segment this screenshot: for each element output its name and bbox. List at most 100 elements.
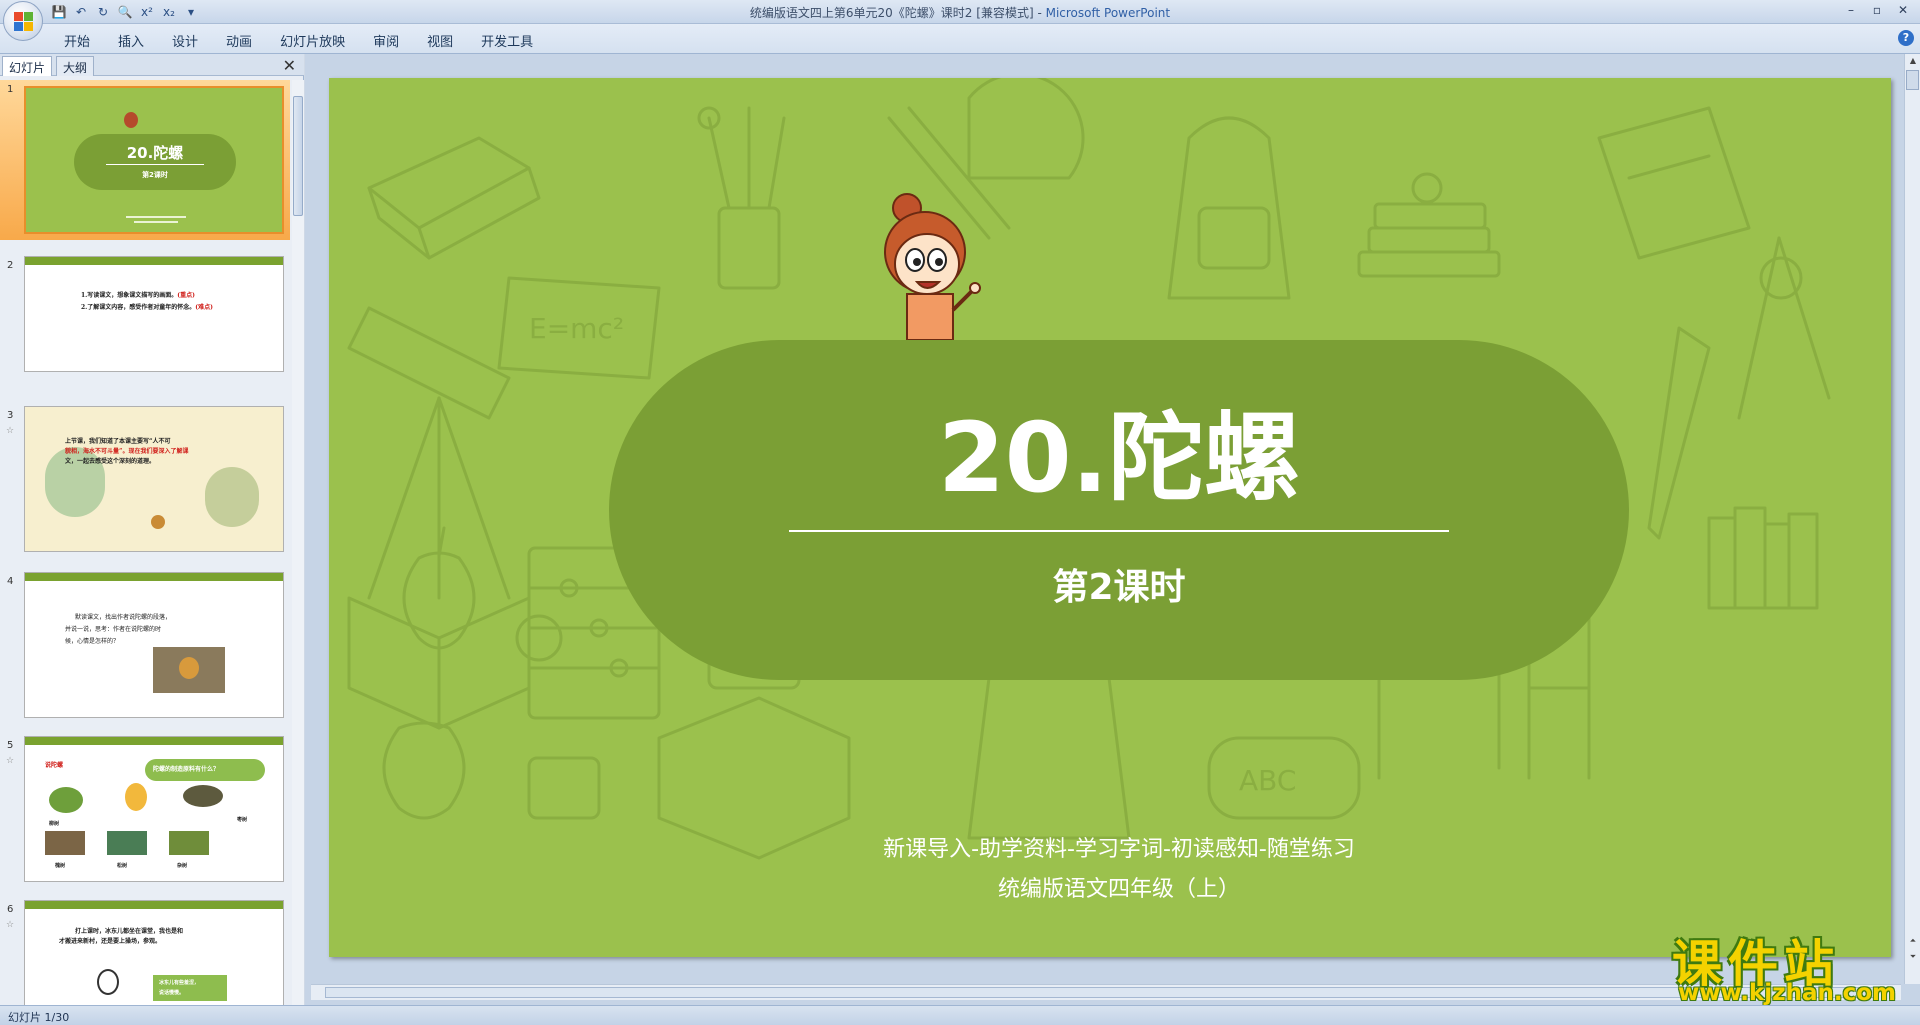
title-separator: - — [1033, 6, 1046, 20]
pencil-case-icon: ABC — [1207, 736, 1361, 820]
restore-button[interactable]: ▫ — [1864, 0, 1890, 20]
thumbnail-line: 2.了解课文内容，感受作者对童年的怀念。(难点) — [81, 304, 213, 311]
animation-icon: ☆ — [6, 756, 15, 766]
horizontal-scrollbar[interactable] — [311, 984, 1901, 1000]
close-icon[interactable]: ✕ — [283, 56, 296, 75]
slide-number: 6 — [7, 904, 14, 915]
tab-slides[interactable]: 幻灯片 — [2, 56, 53, 76]
slide-subtitle[interactable]: 第2课时 — [609, 558, 1629, 610]
girl-character-icon — [884, 193, 981, 340]
tab-outline[interactable]: 大纲 — [56, 56, 95, 76]
tree-image — [45, 831, 85, 855]
slide-thumbnail-6[interactable]: 6 ☆ 打上课时，冰东儿都坐在课堂，我也是和 才搬进来新村，还是要上操场，参观。… — [0, 900, 290, 1005]
status-bar: 幻灯片 1/30 — [0, 1005, 1920, 1025]
thumbnail-label: 松树 — [117, 863, 128, 869]
tab-view[interactable]: 视图 — [413, 29, 467, 50]
scroll-thumb[interactable] — [325, 987, 1877, 998]
tree-image — [107, 831, 147, 855]
close-button[interactable]: ✕ — [1890, 0, 1916, 20]
thumbnail-label: 柳树 — [49, 821, 60, 827]
thumbnail-preview: 上节课，我们知道了本课主要写“人不可 貌相，海水不可斗量”。现在我们要深入了解课… — [24, 406, 284, 552]
slide-number: 4 — [7, 576, 14, 587]
tree-image — [169, 831, 209, 855]
help-icon[interactable]: ? — [1898, 30, 1914, 46]
compass-icon — [1737, 236, 1831, 420]
character-icon — [124, 112, 138, 128]
thumbnail-header — [25, 573, 283, 581]
thumbnail-label: 杂树 — [177, 863, 188, 869]
slide-thumbnail-3[interactable]: 3 ☆ 上节课，我们知道了本课主要写“人不可 貌相，海水不可斗量”。现在我们要深… — [0, 406, 290, 556]
office-button[interactable] — [3, 1, 43, 41]
thumbnail-line: 貌相，海水不可斗量”。现在我们要深入了解课 — [65, 448, 189, 455]
clock-icon — [515, 614, 563, 662]
document-name: 统编版语文四上第6单元20《陀螺》课时2 [兼容模式] — [749, 6, 1034, 20]
thumbnail-line: 冰东儿有些羞涩， — [159, 980, 200, 986]
thumbnail-line: 说话慢慢。 — [159, 990, 185, 996]
thumbnail-preview: 默读课文，找出作者说陀螺的段落， 并说一说，思考：作者在说陀螺的时 候，心情是怎… — [24, 572, 284, 718]
tab-insert[interactable]: 插入 — [104, 29, 158, 50]
bag-icon — [967, 656, 1131, 840]
thumbnail-footer-line — [126, 216, 186, 218]
notebook-icon — [1597, 106, 1751, 260]
slide-counter: 幻灯片 1/30 — [8, 1011, 70, 1024]
thumbnail-preview: 1.写读课文，想象课文描写的画面。(重点) 2.了解课文内容，感受作者对童年的怀… — [24, 256, 284, 372]
book-icon — [367, 136, 541, 260]
slide-thumbnail-2[interactable]: 2 1.写读课文，想象课文描写的画面。(重点) 2.了解课文内容，感受作者对童年… — [0, 256, 290, 384]
tab-slideshow[interactable]: 幻灯片放映 — [266, 29, 359, 50]
books-row-icon — [1707, 506, 1819, 610]
thumbnail-line: 文，一起去感受这个深刻的道理。 — [65, 458, 156, 465]
ribbon-tabs-bar: 开始 插入 设计 动画 幻灯片放映 审阅 视图 开发工具 ? — [0, 24, 1920, 54]
thumbnail-title: 20.陀螺 — [126, 144, 184, 162]
tab-home[interactable]: 开始 — [50, 29, 104, 50]
slide-canvas[interactable]: E=mc² ABC 20.陀螺 第2课时 新课导入-助学资料-学习字词-初读感知… — [329, 78, 1891, 957]
office-logo-icon — [14, 12, 34, 32]
thumbnail-subtitle: 第2课时 — [142, 171, 168, 179]
panda-icon — [97, 969, 119, 995]
scroll-thumb[interactable] — [293, 96, 303, 216]
thumbnail-header — [25, 901, 283, 909]
child-icon — [125, 783, 147, 811]
thumbnail-scrollbar[interactable] — [292, 80, 304, 1005]
watermark: 课件站 www.kjzhan.com — [1672, 924, 1920, 1006]
slide-outline-text[interactable]: 新课导入-助学资料-学习字词-初读感知-随堂练习 — [609, 831, 1629, 863]
slide-title[interactable]: 20.陀螺 — [609, 380, 1629, 519]
slide-thumbnail-4[interactable]: 4 默读课文，找出作者说陀螺的段落， 并说一说，思考：作者在说陀螺的时 候，心情… — [0, 572, 290, 722]
animation-icon: ☆ — [6, 426, 15, 436]
thumbnail-header — [25, 257, 283, 265]
svg-text:E=mc²: E=mc² — [529, 312, 624, 345]
thumbnail-label: 枣树 — [237, 817, 248, 823]
title-bar: 💾 ↶ ↻ 🔍 x² x₂ ▾ 统编版语文四上第6单元20《陀螺》课时2 [兼容… — [0, 0, 1920, 41]
thumbnail-footer-line — [134, 221, 178, 223]
panel-tabs: 幻灯片 大纲 ✕ — [0, 54, 304, 76]
vertical-scrollbar[interactable]: ▲ ⏶ ⏷ — [1904, 54, 1920, 984]
minimize-button[interactable]: – — [1838, 0, 1864, 20]
backpack-icon — [1167, 116, 1291, 300]
slide-editing-area: E=mc² ABC 20.陀螺 第2课时 新课导入-助学资料-学习字词-初读感知… — [305, 54, 1920, 1005]
pencil-cup-icon — [697, 106, 786, 290]
scroll-thumb[interactable] — [1906, 70, 1919, 90]
thumbnail-preview: 说陀螺 陀螺的制造原料有什么？ 柳树 槐树 松树 杂树 枣树 — [24, 736, 284, 882]
slide-thumbnail-5[interactable]: 5 ☆ 说陀螺 陀螺的制造原料有什么？ 柳树 槐树 松树 杂树 枣树 — [0, 736, 290, 886]
thumbnail-label: 槐树 — [55, 863, 66, 869]
app-name: Microsoft PowerPoint — [1045, 6, 1171, 20]
spinning-top-icon — [151, 515, 165, 529]
tab-animations[interactable]: 动画 — [212, 29, 266, 50]
window-title: 统编版语文四上第6单元20《陀螺》课时2 [兼容模式] - Microsoft … — [0, 4, 1920, 21]
thumbnail-header — [25, 737, 283, 745]
scroll-up-icon[interactable]: ▲ — [1905, 54, 1920, 68]
tab-review[interactable]: 审阅 — [359, 29, 413, 50]
tab-design[interactable]: 设计 — [158, 29, 212, 50]
thumbnail-rule — [106, 164, 204, 165]
tab-developer[interactable]: 开发工具 — [467, 29, 547, 50]
svg-text:ABC: ABC — [1239, 764, 1296, 797]
willow-image — [49, 787, 83, 813]
slide-thumbnails: 1 20.陀螺 第2课时 2 1.写读课文，想象课文描写的画面。(重点) 2.了… — [0, 80, 290, 1005]
thumbnail-label: 陀螺的制造原料有什么？ — [153, 766, 220, 773]
slide-number: 3 — [7, 410, 14, 421]
blackboard-icon: E=mc² — [497, 276, 661, 380]
slide-grade-text[interactable]: 统编版语文四年级（上） — [609, 871, 1629, 903]
slide-thumbnail-1[interactable]: 1 20.陀螺 第2课时 — [0, 80, 290, 240]
open-book-icon — [347, 596, 531, 730]
book-stack-icon — [1357, 172, 1501, 278]
slide-number: 1 — [7, 84, 14, 95]
